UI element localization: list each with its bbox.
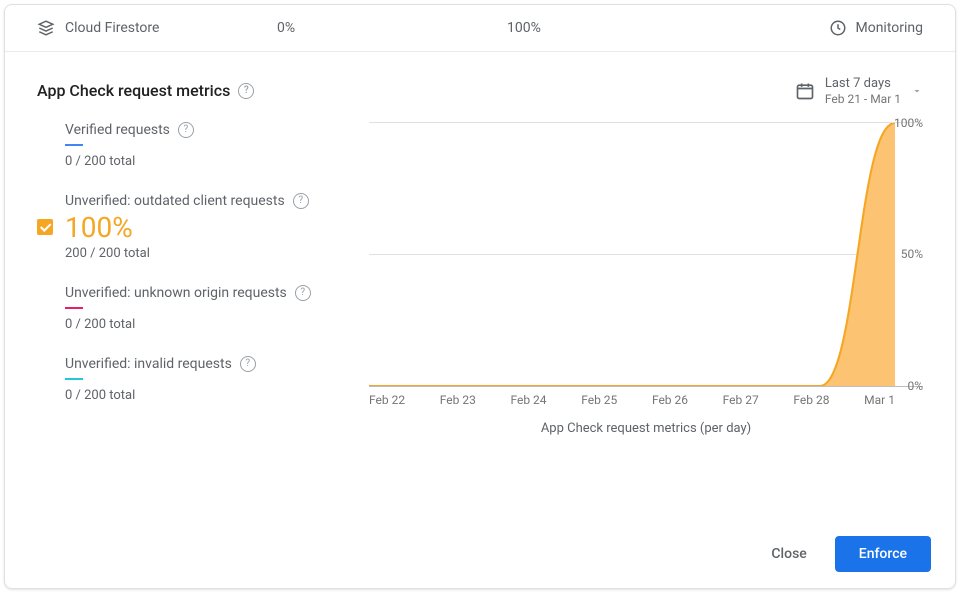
xtick: Feb 28 bbox=[793, 393, 829, 407]
xtick: Feb 22 bbox=[369, 393, 405, 407]
legend-verified-sub: 0 / 200 total bbox=[65, 154, 357, 169]
help-icon[interactable]: ? bbox=[295, 285, 311, 301]
legend-verified[interactable]: Verified requests ? 0 / 200 total bbox=[65, 122, 357, 169]
date-range-picker[interactable]: Last 7 days Feb 21 - Mar 1 bbox=[795, 76, 923, 106]
content-area: Verified requests ? 0 / 200 total Unveri… bbox=[5, 114, 955, 588]
legend-unknown-sub: 0 / 200 total bbox=[65, 317, 357, 332]
xtick: Mar 1 bbox=[864, 393, 895, 407]
title-row: App Check request metrics ? Last 7 days … bbox=[5, 52, 955, 114]
firestore-label: Cloud Firestore bbox=[65, 20, 159, 36]
calendar-icon bbox=[795, 81, 815, 101]
legend-invalid-label: Unverified: invalid requests bbox=[65, 356, 232, 372]
chart-area: 100% 50% 0% Feb 22 Feb 23 Feb 24 Feb 25 … bbox=[357, 122, 923, 588]
legend-verified-label: Verified requests bbox=[65, 122, 170, 138]
help-icon[interactable]: ? bbox=[293, 193, 309, 209]
legend-invalid-sub: 0 / 200 total bbox=[65, 388, 357, 403]
legend-invalid-swatch bbox=[65, 378, 83, 380]
header-pct-right: 100% bbox=[507, 20, 829, 36]
xtick: Feb 23 bbox=[440, 393, 476, 407]
app-check-card: Cloud Firestore 0% 100% Monitoring App C… bbox=[4, 4, 956, 589]
panel-title-text: App Check request metrics bbox=[37, 81, 230, 100]
legend-outdated-value: 100% bbox=[65, 211, 357, 244]
legend-outdated-checkbox[interactable] bbox=[37, 219, 53, 235]
card-header: Cloud Firestore 0% 100% Monitoring bbox=[5, 5, 955, 52]
legend-verified-swatch bbox=[65, 144, 83, 146]
legend-outdated-sub: 200 / 200 total bbox=[65, 246, 357, 261]
firestore-header-item[interactable]: Cloud Firestore bbox=[37, 19, 277, 37]
clock-icon bbox=[829, 19, 847, 37]
ytick-0: 0% bbox=[907, 379, 923, 393]
date-range-value: Feb 21 - Mar 1 bbox=[825, 92, 901, 106]
help-icon[interactable]: ? bbox=[178, 122, 194, 138]
firestore-icon bbox=[37, 19, 55, 37]
ytick-100: 100% bbox=[894, 116, 923, 130]
chart-caption: App Check request metrics (per day) bbox=[369, 421, 923, 436]
xticks: Feb 22 Feb 23 Feb 24 Feb 25 Feb 26 Feb 2… bbox=[369, 393, 923, 407]
legend-outdated-label: Unverified: outdated client requests bbox=[65, 193, 285, 209]
xtick: Feb 24 bbox=[510, 393, 546, 407]
date-range-label: Last 7 days bbox=[825, 76, 901, 92]
panel-title: App Check request metrics ? bbox=[37, 81, 254, 100]
monitoring-label: Monitoring bbox=[855, 20, 923, 36]
xtick: Feb 26 bbox=[652, 393, 688, 407]
chevron-down-icon bbox=[911, 85, 923, 97]
legend-unknown[interactable]: Unverified: unknown origin requests ? 0 … bbox=[65, 285, 357, 332]
chart-series-outdated bbox=[369, 123, 895, 386]
legend-panel: Verified requests ? 0 / 200 total Unveri… bbox=[37, 122, 357, 588]
monitoring-header-item[interactable]: Monitoring bbox=[829, 19, 923, 37]
legend-unknown-label: Unverified: unknown origin requests bbox=[65, 285, 287, 301]
dialog-actions: Close Enforce bbox=[759, 536, 931, 572]
xtick: Feb 27 bbox=[723, 393, 759, 407]
help-icon[interactable]: ? bbox=[238, 83, 254, 99]
legend-outdated[interactable]: Unverified: outdated client requests ? 1… bbox=[65, 193, 357, 261]
help-icon[interactable]: ? bbox=[240, 356, 256, 372]
header-pct-left: 0% bbox=[277, 20, 507, 36]
legend-invalid[interactable]: Unverified: invalid requests ? 0 / 200 t… bbox=[65, 356, 357, 403]
ytick-50: 50% bbox=[901, 247, 923, 261]
chart: 100% 50% 0% bbox=[369, 122, 923, 387]
xtick: Feb 25 bbox=[581, 393, 617, 407]
legend-unknown-swatch bbox=[65, 307, 83, 309]
enforce-button[interactable]: Enforce bbox=[835, 536, 931, 572]
close-button[interactable]: Close bbox=[759, 536, 818, 572]
